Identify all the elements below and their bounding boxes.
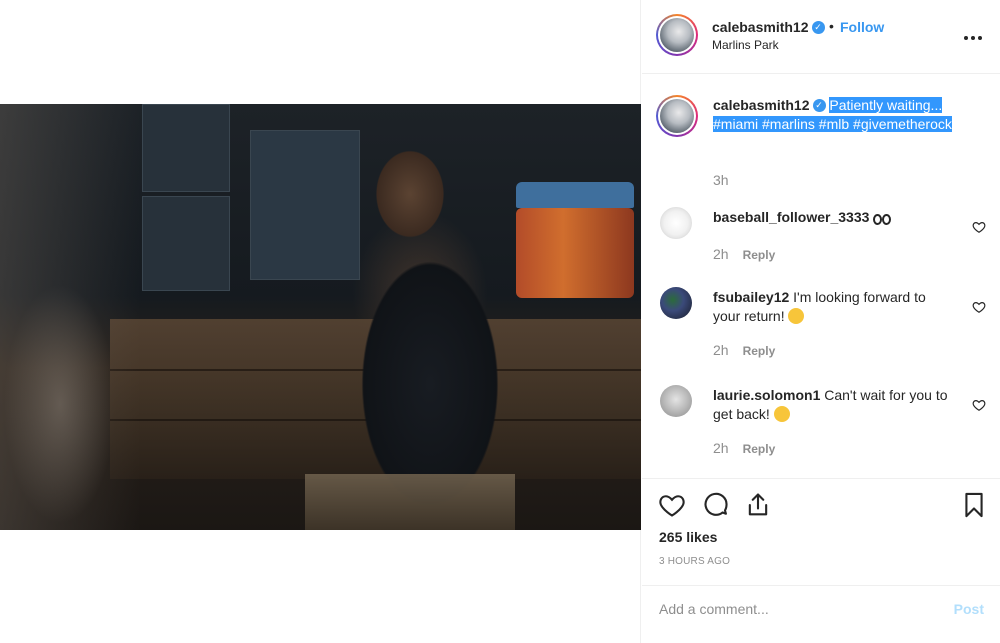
reply-button[interactable]: Reply [743,442,776,456]
reply-button[interactable]: Reply [743,344,776,358]
comment-time[interactable]: 2h [713,246,729,262]
follow-button[interactable]: Follow [840,19,884,35]
hugging-emoji [788,308,805,324]
post-sidebar: calebasmith12 ✓ • Follow Marlins Park cal… [642,0,1000,643]
location-link[interactable]: Marlins Park [712,38,779,52]
comment-like-icon[interactable] [972,398,986,412]
post-actions: 265 likes 3 HOURS AGO [642,478,1000,598]
more-options-icon[interactable] [964,27,986,40]
eyes-emoji [882,214,892,225]
post-comment-button[interactable]: Post [954,601,984,617]
comment-username[interactable]: baseball_follower_3333 [713,209,869,225]
bookmark-icon[interactable] [960,491,988,519]
comment-time[interactable]: 2h [713,342,729,358]
post-header: calebasmith12 ✓ • Follow Marlins Park [642,0,1000,74]
comment-bubble-icon[interactable] [702,491,730,519]
author-username[interactable]: calebasmith12 [712,19,809,35]
post-photo[interactable] [0,104,641,530]
comment-like-icon[interactable] [972,300,986,314]
comment-time[interactable]: 2h [713,440,729,456]
background-poster [142,104,230,192]
player-figure [330,124,520,524]
kissing-emoji [773,406,790,422]
caption-username[interactable]: calebasmith12 [713,97,810,113]
cooler [516,208,634,298]
background-poster [142,196,230,291]
comments-list[interactable]: calebasmith12 ✓ Patiently waiting... #mia… [642,75,1000,477]
reply-button[interactable]: Reply [743,248,776,262]
comment-text-block: laurie.solomon1 Can't wait for you to ge… [713,386,951,424]
foreground-blur [0,104,140,530]
comment-composer: Post [642,585,1000,643]
header-separator: • [829,18,834,34]
caption-avatar[interactable] [656,95,698,137]
verified-badge-icon: ✓ [811,20,825,34]
like-count[interactable]: 265 likes [659,529,717,545]
author-avatar[interactable] [656,14,698,56]
comment-meta: 2h Reply [713,246,775,262]
share-icon[interactable] [744,491,772,519]
comment-text-block: baseball_follower_3333 [713,208,951,227]
post-timestamp[interactable]: 3 HOURS AGO [659,556,730,567]
comment-input[interactable] [659,600,929,618]
comment-username[interactable]: laurie.solomon1 [713,387,820,403]
eyes-emoji [873,214,883,225]
commenter-avatar[interactable] [660,287,692,319]
cooler-lid [516,182,634,208]
comment-username[interactable]: fsubailey12 [713,289,789,305]
comment-meta: 2h Reply [713,440,775,456]
post-media-area [0,0,641,643]
verified-badge-icon: ✓ [812,98,826,112]
like-heart-icon[interactable] [658,491,686,519]
caption-time[interactable]: 3h [713,172,729,188]
caption-text-block: calebasmith12 ✓ Patiently waiting... #mia… [713,96,975,134]
commenter-avatar[interactable] [660,207,692,239]
comment-like-icon[interactable] [972,220,986,234]
commenter-avatar[interactable] [660,385,692,417]
author-username-wrap: calebasmith12 ✓ [712,19,825,35]
comment-text-block: fsubailey12 I'm looking forward to your … [713,288,951,326]
foreground-box [305,474,515,530]
comment-meta: 2h Reply [713,342,775,358]
